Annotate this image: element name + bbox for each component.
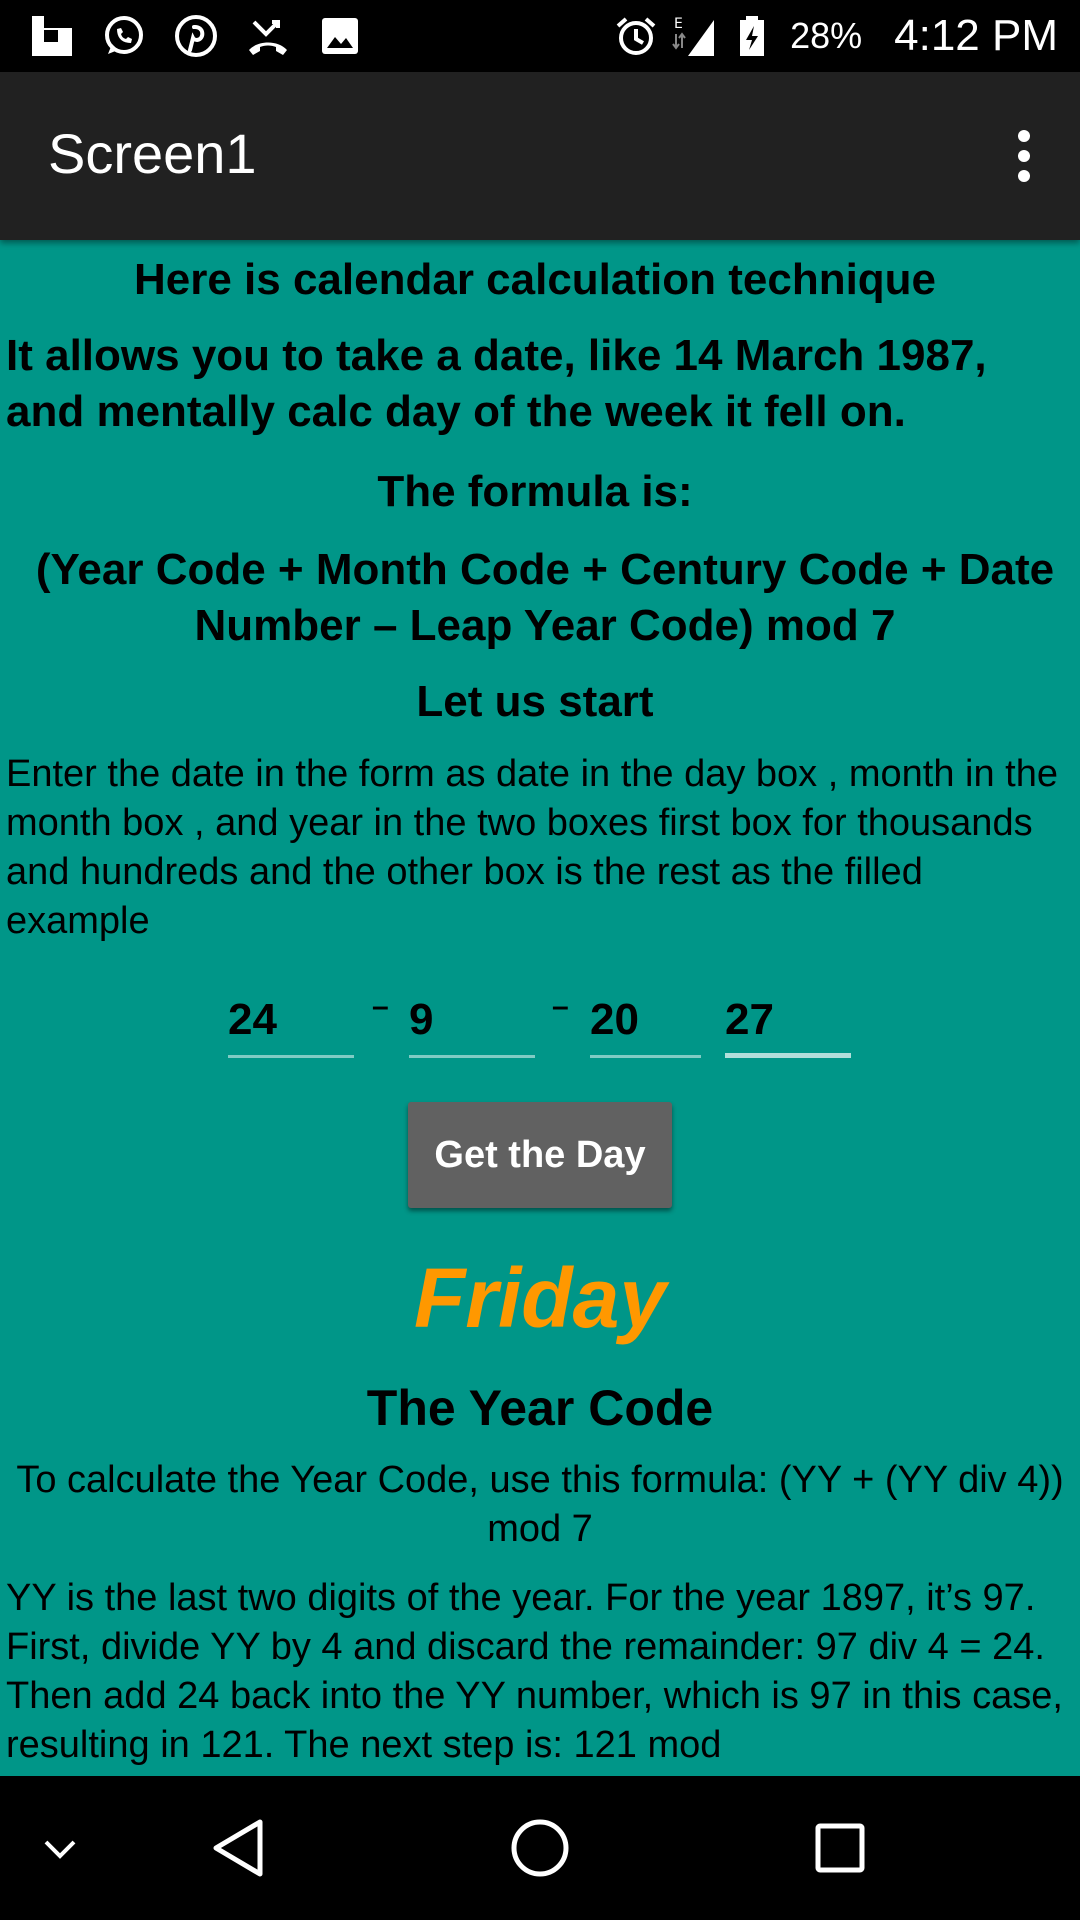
date-separator: – <box>372 990 389 1023</box>
image-icon <box>318 14 362 58</box>
app-bar: Screen1 <box>0 72 1080 240</box>
navigation-bar <box>0 1776 1080 1920</box>
year-code-formula: To calculate the Year Code, use this for… <box>16 1459 1064 1550</box>
formula-heading: The formula is: <box>377 467 693 516</box>
overflow-menu-icon[interactable] <box>996 126 1052 186</box>
intro-heading: Here is calendar calculation technique <box>133 255 937 304</box>
year-rest-input[interactable]: 27 <box>725 992 851 1058</box>
intro-text: It allows you to take a date, like 14 Ma… <box>6 331 987 436</box>
system-icons: E 28% 4:12 PM <box>614 10 1058 62</box>
year-century-input[interactable]: 20 <box>590 992 701 1058</box>
get-day-button[interactable]: Get the Day <box>408 1102 672 1208</box>
battery-charging-icon <box>730 14 774 58</box>
year-code-explanation: YY is the last two digits of the year. F… <box>6 1577 1063 1766</box>
status-bar: E 28% 4:12 PM <box>0 0 1080 72</box>
start-heading: Let us start <box>416 677 654 726</box>
svg-text:E: E <box>674 16 683 32</box>
back-icon[interactable] <box>204 1812 276 1884</box>
year-code-heading: The Year Code <box>366 1380 714 1436</box>
date-separator: – <box>552 990 569 1023</box>
recent-apps-icon[interactable] <box>804 1812 876 1884</box>
app-title: Screen1 <box>48 122 257 185</box>
result-day: Friday <box>413 1251 667 1345</box>
month-input[interactable]: 9 <box>409 992 535 1058</box>
clock: 4:12 PM <box>894 11 1058 60</box>
signal-icon: E <box>672 14 716 58</box>
pinterest-icon <box>174 14 218 58</box>
formula-text: (Year Code + Month Code + Century Code +… <box>35 545 1055 650</box>
whatsapp-icon <box>102 14 146 58</box>
notification-icons <box>30 12 362 60</box>
home-icon[interactable] <box>504 1812 576 1884</box>
flipboard-icon <box>30 14 74 58</box>
main-content: Here is calendar calculation technique I… <box>0 240 1080 1776</box>
chevron-down-icon[interactable] <box>24 1812 96 1884</box>
alarm-icon <box>614 14 658 58</box>
instructions-text: Enter the date in the form as date in th… <box>6 753 1058 942</box>
battery-percent: 28% <box>790 15 863 56</box>
day-input[interactable]: 24 <box>228 992 354 1058</box>
missed-call-icon <box>246 14 290 58</box>
